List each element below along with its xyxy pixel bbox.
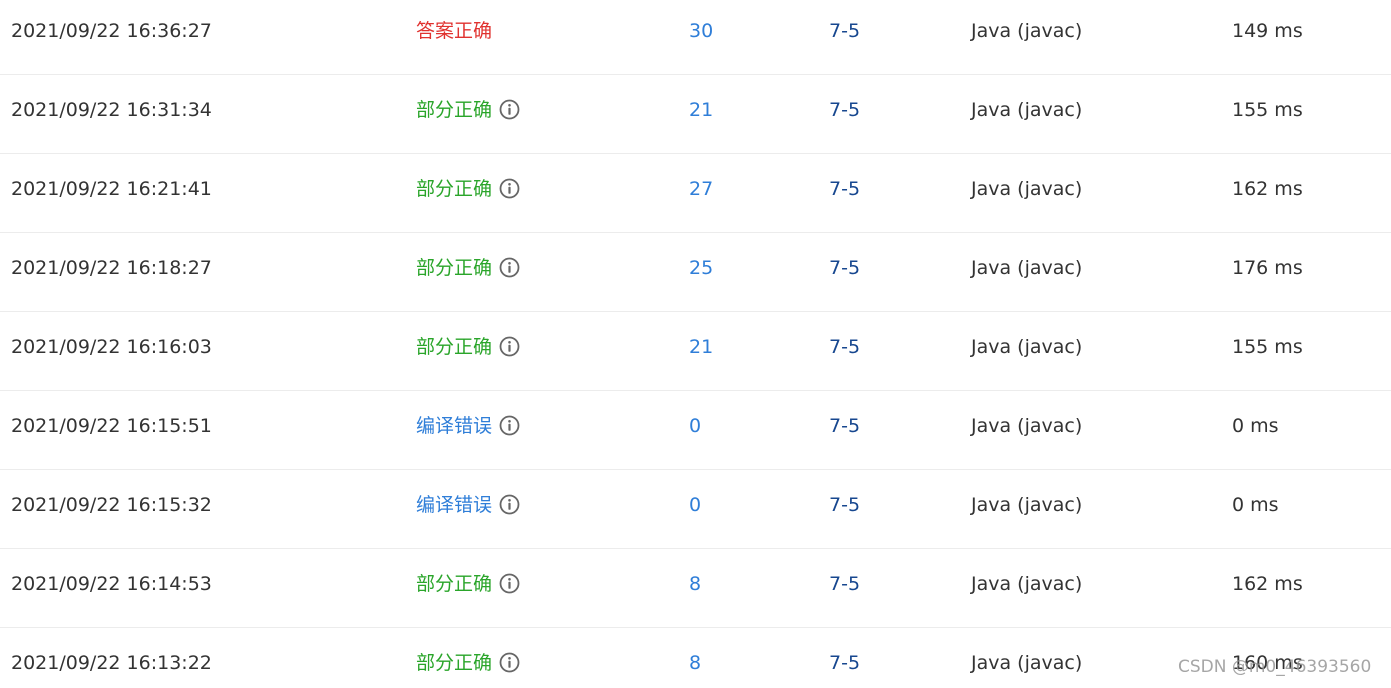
time-used-cell: 162 ms bbox=[1232, 573, 1303, 595]
status-label[interactable]: 部分正确 bbox=[416, 573, 492, 595]
status-cell[interactable]: 部分正确 bbox=[416, 312, 520, 391]
status-label[interactable]: 部分正确 bbox=[416, 257, 492, 279]
status-cell[interactable]: 答案正确 bbox=[416, 0, 492, 75]
info-circle-icon[interactable] bbox=[499, 257, 520, 278]
score-link[interactable]: 0 bbox=[689, 391, 701, 470]
info-circle-icon[interactable] bbox=[499, 652, 520, 673]
score-link[interactable]: 21 bbox=[689, 312, 713, 391]
table-row: 2021/09/22 16:15:51 编译错误 0 7-5 Java (javac) 0… bbox=[0, 391, 1391, 470]
problem-link[interactable]: 7-5 bbox=[829, 470, 860, 549]
problem-link[interactable]: 7-5 bbox=[829, 233, 860, 312]
time-used-cell: 0 ms bbox=[1232, 494, 1279, 516]
language-cell: Java (javac) bbox=[971, 336, 1083, 358]
status-label[interactable]: 部分正确 bbox=[416, 336, 492, 358]
problem-link[interactable]: 7-5 bbox=[829, 312, 860, 391]
language-cell: Java (javac) bbox=[971, 178, 1083, 200]
language-cell: Java (javac) bbox=[971, 20, 1083, 42]
status-label[interactable]: 部分正确 bbox=[416, 99, 492, 121]
status-cell[interactable]: 部分正确 bbox=[416, 549, 520, 628]
submission-table: 2021/09/22 16:36:27 答案正确 30 7-5 Java (javac)… bbox=[0, 0, 1391, 688]
status-label[interactable]: 答案正确 bbox=[416, 20, 492, 42]
status-cell[interactable]: 部分正确 bbox=[416, 154, 520, 233]
language-cell: Java (javac) bbox=[971, 257, 1083, 279]
submit-time: 2021/09/22 16:18:27 bbox=[11, 257, 212, 279]
status-cell[interactable]: 部分正确 bbox=[416, 233, 520, 312]
submit-time: 2021/09/22 16:36:27 bbox=[11, 20, 212, 42]
table-row: 2021/09/22 16:18:27 部分正确 25 7-5 Java (javac)… bbox=[0, 233, 1391, 312]
table-row: 2021/09/22 16:36:27 答案正确 30 7-5 Java (javac)… bbox=[0, 0, 1391, 75]
time-used-cell: 162 ms bbox=[1232, 178, 1303, 200]
submit-time: 2021/09/22 16:14:53 bbox=[11, 573, 212, 595]
problem-link[interactable]: 7-5 bbox=[829, 549, 860, 628]
language-cell: Java (javac) bbox=[971, 99, 1083, 121]
status-label[interactable]: 编译错误 bbox=[416, 415, 492, 437]
score-link[interactable]: 0 bbox=[689, 470, 701, 549]
submit-time: 2021/09/22 16:13:22 bbox=[11, 652, 212, 674]
score-link[interactable]: 27 bbox=[689, 154, 713, 233]
csdn-watermark: CSDN @m0_46393560 bbox=[1178, 657, 1372, 677]
score-link[interactable]: 8 bbox=[689, 628, 701, 688]
problem-link[interactable]: 7-5 bbox=[829, 0, 860, 75]
status-cell[interactable]: 编译错误 bbox=[416, 470, 520, 549]
problem-link[interactable]: 7-5 bbox=[829, 391, 860, 470]
status-cell[interactable]: 部分正确 bbox=[416, 75, 520, 154]
time-used-cell: 176 ms bbox=[1232, 257, 1303, 279]
info-circle-icon[interactable] bbox=[499, 494, 520, 515]
status-label[interactable]: 部分正确 bbox=[416, 652, 492, 674]
table-row: 2021/09/22 16:16:03 部分正确 21 7-5 Java (javac)… bbox=[0, 312, 1391, 391]
problem-link[interactable]: 7-5 bbox=[829, 628, 860, 688]
table-row: 2021/09/22 16:31:34 部分正确 21 7-5 Java (javac)… bbox=[0, 75, 1391, 154]
info-circle-icon[interactable] bbox=[499, 336, 520, 357]
time-used-cell: 155 ms bbox=[1232, 336, 1303, 358]
language-cell: Java (javac) bbox=[971, 415, 1083, 437]
table-row: 2021/09/22 16:21:41 部分正确 27 7-5 Java (javac)… bbox=[0, 154, 1391, 233]
table-row: 2021/09/22 16:15:32 编译错误 0 7-5 Java (javac) 0… bbox=[0, 470, 1391, 549]
problem-link[interactable]: 7-5 bbox=[829, 154, 860, 233]
problem-link[interactable]: 7-5 bbox=[829, 75, 860, 154]
info-circle-icon[interactable] bbox=[499, 415, 520, 436]
submit-time: 2021/09/22 16:31:34 bbox=[11, 99, 212, 121]
time-used-cell: 149 ms bbox=[1232, 20, 1303, 42]
submit-time: 2021/09/22 16:15:51 bbox=[11, 415, 212, 437]
language-cell: Java (javac) bbox=[971, 573, 1083, 595]
language-cell: Java (javac) bbox=[971, 652, 1083, 674]
score-link[interactable]: 30 bbox=[689, 0, 713, 75]
info-circle-icon[interactable] bbox=[499, 178, 520, 199]
score-link[interactable]: 8 bbox=[689, 549, 701, 628]
status-label[interactable]: 编译错误 bbox=[416, 494, 492, 516]
submit-time: 2021/09/22 16:21:41 bbox=[11, 178, 212, 200]
time-used-cell: 155 ms bbox=[1232, 99, 1303, 121]
table-row: 2021/09/22 16:14:53 部分正确 8 7-5 Java (javac) 1… bbox=[0, 549, 1391, 628]
status-cell[interactable]: 编译错误 bbox=[416, 391, 520, 470]
info-circle-icon[interactable] bbox=[499, 573, 520, 594]
language-cell: Java (javac) bbox=[971, 494, 1083, 516]
time-used-cell: 0 ms bbox=[1232, 415, 1279, 437]
score-link[interactable]: 21 bbox=[689, 75, 713, 154]
score-link[interactable]: 25 bbox=[689, 233, 713, 312]
info-circle-icon[interactable] bbox=[499, 99, 520, 120]
status-label[interactable]: 部分正确 bbox=[416, 178, 492, 200]
status-cell[interactable]: 部分正确 bbox=[416, 628, 520, 688]
submit-time: 2021/09/22 16:16:03 bbox=[11, 336, 212, 358]
submit-time: 2021/09/22 16:15:32 bbox=[11, 494, 212, 516]
